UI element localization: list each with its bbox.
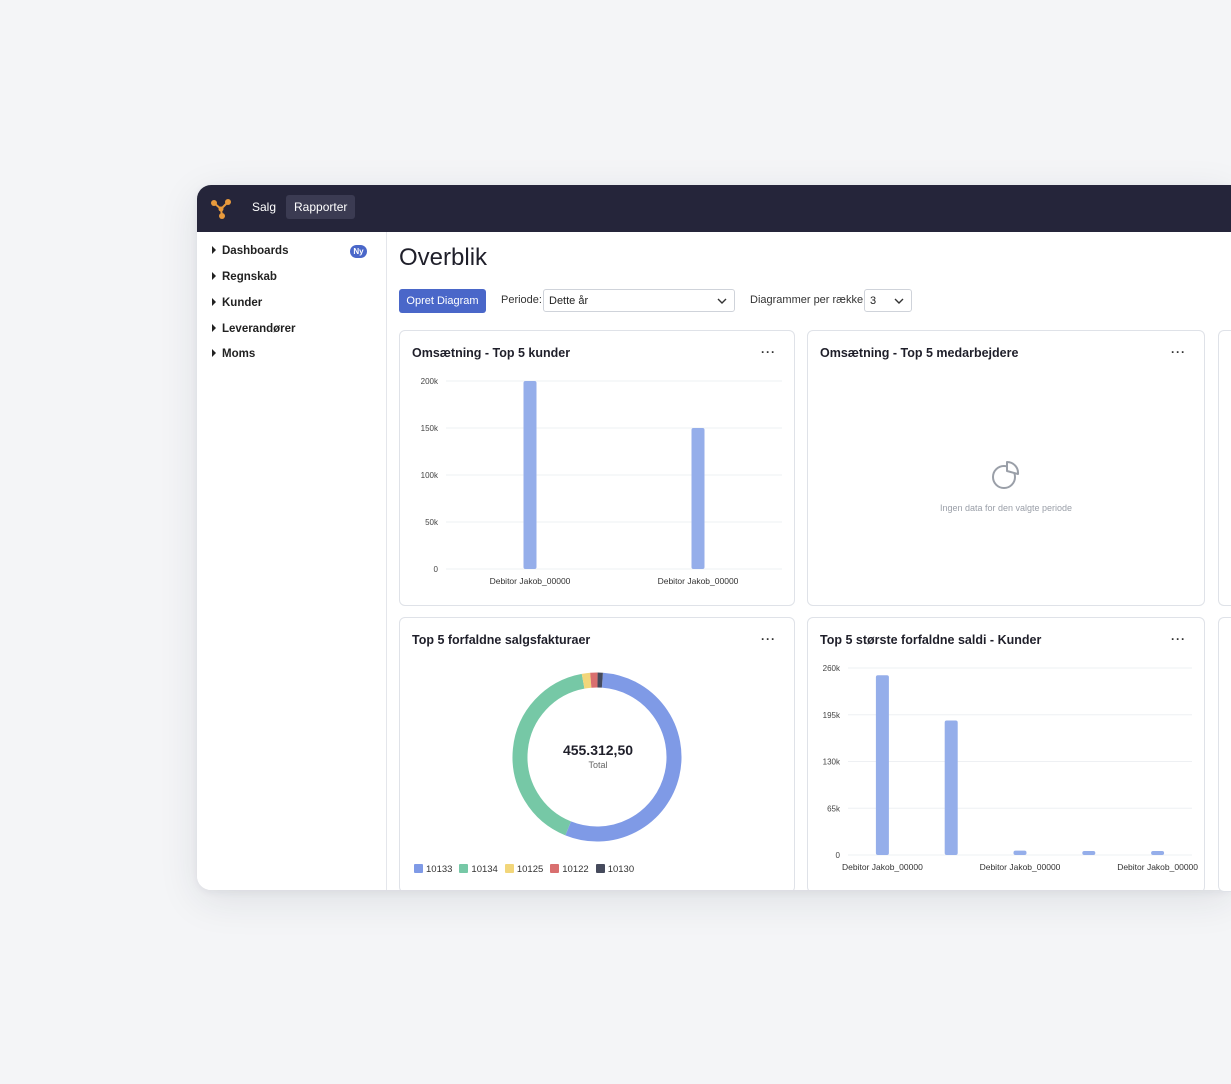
bar[interactable]	[1151, 851, 1165, 855]
per-row-value: 3	[870, 295, 877, 307]
card-forfaldne-saldi: Top 5 største forfaldne saldi - Kunder ·…	[807, 617, 1205, 890]
legend-label: 10133	[426, 864, 453, 875]
bar[interactable]	[691, 428, 705, 569]
y-tick-label: 0	[434, 565, 439, 574]
x-tick-label: Debitor Jakob_00000	[490, 576, 571, 586]
caret-right-icon	[212, 272, 216, 280]
y-tick-label: 200k	[421, 377, 439, 386]
y-tick-label: 0	[836, 851, 841, 860]
legend-label: 10125	[516, 864, 544, 875]
y-tick-label: 130k	[823, 758, 841, 767]
legend-label: 10130	[607, 864, 635, 875]
bar-chart-top5-kunder: 0 50k 100k 150k 200k Debitor Jakob_00000 Debit…	[421, 377, 782, 586]
legend-item[interactable]: 10122	[550, 864, 589, 875]
period-value: Dette år	[549, 295, 589, 307]
per-row-select[interactable]: 3	[864, 289, 912, 312]
caret-right-icon	[212, 246, 216, 254]
logo-icon[interactable]	[209, 197, 233, 221]
per-row-label: Diagrammer per række:	[750, 294, 867, 306]
y-tick-label: 150k	[421, 424, 439, 433]
sidebar-item-dashboards[interactable]: Dashboards	[212, 242, 288, 260]
period-select[interactable]: Dette år	[543, 289, 735, 312]
bar[interactable]	[1013, 850, 1027, 855]
empty-state-text: Ingen data for den valgte periode	[939, 503, 1073, 513]
caret-right-icon	[212, 298, 216, 306]
bar-chart-forfaldne-saldi: 0 65k 130k 195k 260k Debitor Jakob_00000 Debit…	[823, 664, 1199, 872]
x-tick-label: Debitor Jakob_00000	[842, 862, 923, 872]
pie-chart-empty-icon	[992, 460, 1020, 489]
sidebar-item-label: Regnskab	[222, 271, 277, 283]
chevron-down-icon	[894, 298, 904, 304]
sidebar-item-kunder[interactable]: Kunder	[212, 294, 262, 312]
sidebar-item-label: Kunder	[222, 297, 263, 309]
nav-salg[interactable]: Salg	[244, 195, 284, 219]
y-tick-label: 65k	[827, 804, 841, 813]
bar[interactable]	[875, 675, 889, 855]
card-partial	[1218, 330, 1231, 606]
legend-swatch	[595, 864, 605, 873]
chart-legend: 10133 10134 10125 10122 10130	[414, 864, 641, 875]
card-top5-medarbejdere: Omsætning - Top 5 medarbejdere ··· Ingen…	[807, 330, 1205, 606]
donut-total-value: 455.312,50	[562, 742, 634, 758]
legend-label: 10122	[562, 864, 589, 875]
legend-item[interactable]: 10134	[459, 864, 498, 875]
sidebar-item-moms[interactable]: Moms	[212, 345, 255, 363]
donut-total-label: Total	[588, 760, 608, 770]
legend-item[interactable]: 10130	[595, 864, 635, 875]
bar[interactable]	[1082, 851, 1096, 855]
caret-right-icon	[212, 324, 216, 332]
card-top5-kunder: Omsætning - Top 5 kunder ··· 0 50k 100k 150…	[399, 330, 795, 606]
donut-slice[interactable]	[581, 672, 592, 689]
legend-item[interactable]: 10125	[504, 864, 544, 875]
bar[interactable]	[523, 381, 537, 569]
chevron-down-icon	[717, 298, 727, 304]
period-label: Periode:	[501, 294, 542, 306]
bar[interactable]	[944, 720, 958, 855]
y-tick-label: 260k	[823, 664, 841, 673]
new-badge: Ny	[350, 245, 367, 258]
legend-swatch	[504, 864, 514, 873]
x-tick-label: Debitor Jakob_00000	[658, 576, 739, 586]
legend-swatch	[550, 864, 560, 873]
sidebar: Dashboards Ny Regnskab Kunder Leverandør…	[197, 232, 387, 890]
sidebar-item-label: Leverandører	[222, 323, 296, 335]
card-forfaldne-fakturaer: Top 5 forfaldne salgsfakturaer ··· 455.3…	[399, 617, 795, 890]
y-tick-label: 100k	[421, 471, 439, 480]
create-diagram-button[interactable]: Opret Diagram	[399, 289, 486, 313]
sidebar-item-label: Dashboards	[222, 245, 289, 257]
main-content: Overblik Opret Diagram Periode: Dette år…	[387, 232, 1231, 890]
x-tick-label: Debitor Jakob_00000	[1117, 862, 1198, 872]
top-navbar: Salg Rapporter	[197, 185, 1231, 232]
caret-right-icon	[212, 349, 216, 357]
legend-item[interactable]: 10133	[414, 864, 452, 875]
legend-label: 10134	[471, 864, 498, 875]
sidebar-item-leverandorer[interactable]: Leverandører	[212, 320, 296, 338]
legend-swatch	[414, 864, 423, 873]
page-title: Overblik	[399, 244, 488, 271]
x-tick-label: Debitor Jakob_00000	[980, 862, 1061, 872]
card-partial	[1218, 617, 1231, 892]
sidebar-item-regnskab[interactable]: Regnskab	[212, 268, 277, 286]
donut-center: 455.312,50 Total	[530, 742, 666, 770]
legend-swatch	[459, 864, 469, 873]
y-tick-label: 195k	[823, 711, 841, 720]
app-window: Salg Rapporter Dashboards Ny Regnskab Ku…	[197, 185, 1231, 890]
nav-rapporter[interactable]: Rapporter	[286, 195, 356, 219]
sidebar-item-label: Moms	[222, 348, 256, 360]
y-tick-label: 50k	[425, 518, 439, 527]
